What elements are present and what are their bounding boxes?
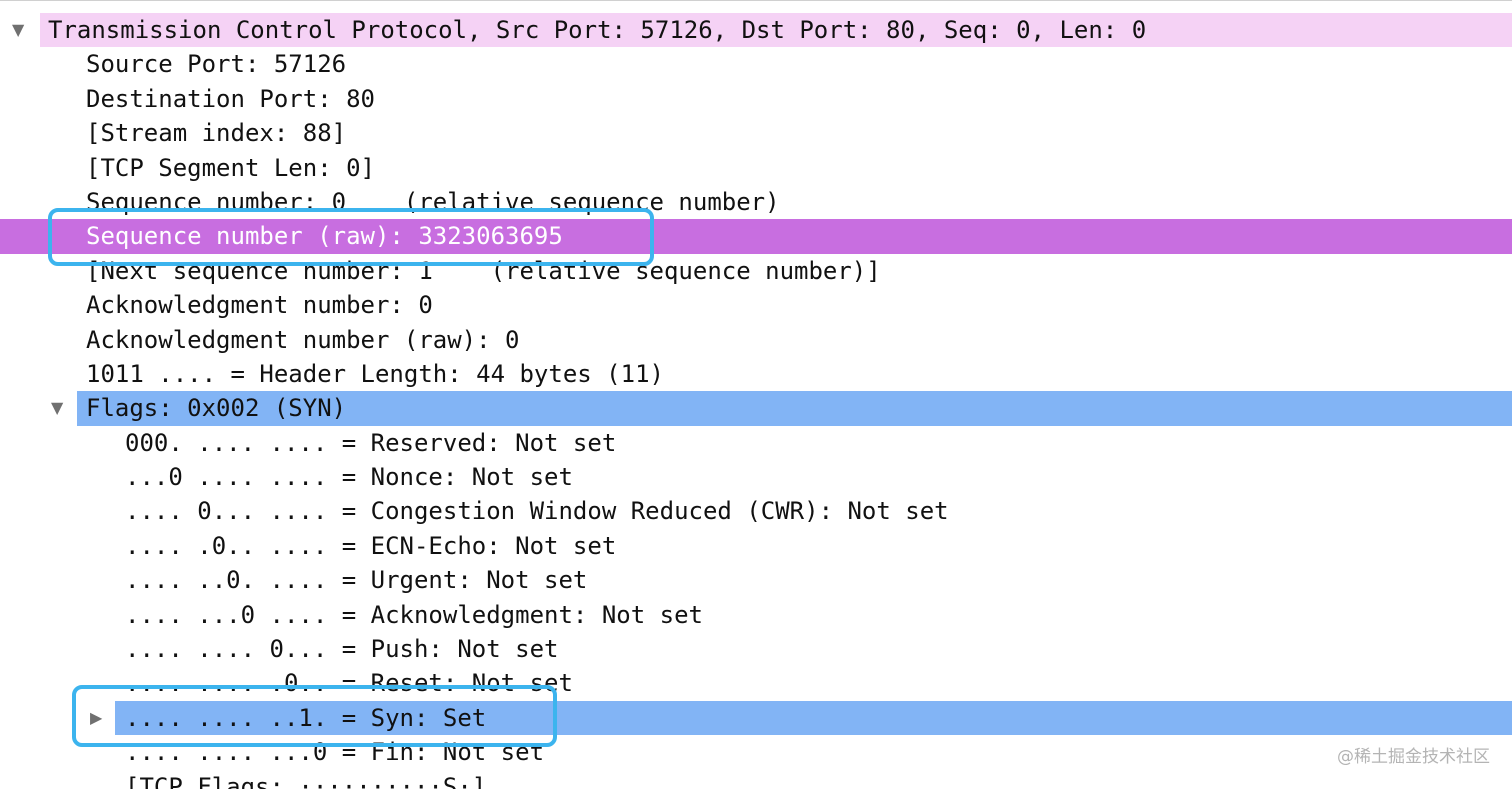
flag-reserved[interactable]: 000. .... .... = Reserved: Not set [0,426,1512,460]
field-tcp-flags-summary[interactable]: [TCP Flags: ··········S·] [0,770,1512,789]
field-acknowledgment-number[interactable]: Acknowledgment number: 0 [0,288,1512,322]
packet-detail-tree: ▼ Transmission Control Protocol, Src Por… [0,13,1512,789]
watermark: @稀土掘金技术社区 [1337,747,1490,767]
flag-cwr[interactable]: .... 0... .... = Congestion Window Reduc… [0,494,1512,528]
tcp-header-label: Transmission Control Protocol, Src Port:… [48,16,1147,44]
tcp-header-row[interactable]: ▼ Transmission Control Protocol, Src Por… [0,13,1512,48]
flag-syn-label: .... .... ..1. = Syn: Set [125,703,487,732]
field-sequence-number[interactable]: Sequence number: 0 (relative sequence nu… [0,185,1512,219]
flag-reset[interactable]: .... .... .0.. = Reset: Not set [0,666,1512,700]
field-stream-index[interactable]: [Stream index: 88] [0,116,1512,150]
flag-fin[interactable]: .... .... ...0 = Fin: Not set [0,735,1512,769]
field-tcp-segment-len[interactable]: [TCP Segment Len: 0] [0,151,1512,185]
packet-details-pane: ▼ Transmission Control Protocol, Src Por… [0,0,1512,789]
flags-header-label: Flags: 0x002 (SYN) [86,394,347,423]
field-source-port[interactable]: Source Port: 57126 [0,47,1512,81]
flag-urgent[interactable]: .... ..0. .... = Urgent: Not set [0,563,1512,597]
flag-push[interactable]: .... .... 0... = Push: Not set [0,632,1512,666]
field-sequence-number-raw-selected[interactable]: Sequence number (raw): 3323063695 [0,219,1512,254]
field-destination-port[interactable]: Destination Port: 80 [0,82,1512,116]
flag-syn-row[interactable]: ▶ .... .... ..1. = Syn: Set [0,700,1512,736]
field-acknowledgment-number-raw[interactable]: Acknowledgment number (raw): 0 [0,323,1512,357]
flag-nonce[interactable]: ...0 .... .... = Nonce: Not set [0,460,1512,494]
expand-triangle-icon[interactable]: ▼ [51,391,63,425]
flag-acknowledgment[interactable]: .... ...0 .... = Acknowledgment: Not set [0,598,1512,632]
expand-triangle-icon[interactable]: ▼ [12,13,24,47]
flags-header-row[interactable]: ▼ Flags: 0x002 (SYN) [0,391,1512,426]
field-header-length[interactable]: 1011 .... = Header Length: 44 bytes (11) [0,357,1512,391]
field-next-sequence-number[interactable]: [Next sequence number: 1 (relative seque… [0,254,1512,288]
flag-ecn-echo[interactable]: .... .0.. .... = ECN-Echo: Not set [0,529,1512,563]
collapse-triangle-icon[interactable]: ▶ [90,701,102,735]
